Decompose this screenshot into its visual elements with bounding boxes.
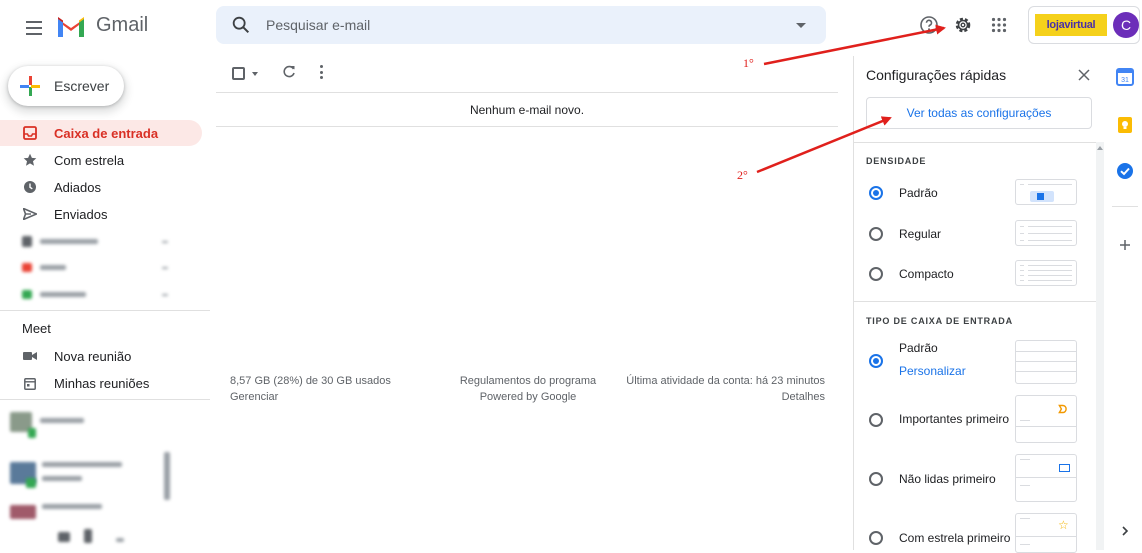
annotation-arrow-2 xyxy=(756,116,892,174)
annotation-step-1: 1° xyxy=(743,56,754,70)
annotation-arrow-1 xyxy=(763,24,946,66)
annotation-arrows xyxy=(756,24,946,174)
annotation-step-2: 2° xyxy=(737,168,748,182)
